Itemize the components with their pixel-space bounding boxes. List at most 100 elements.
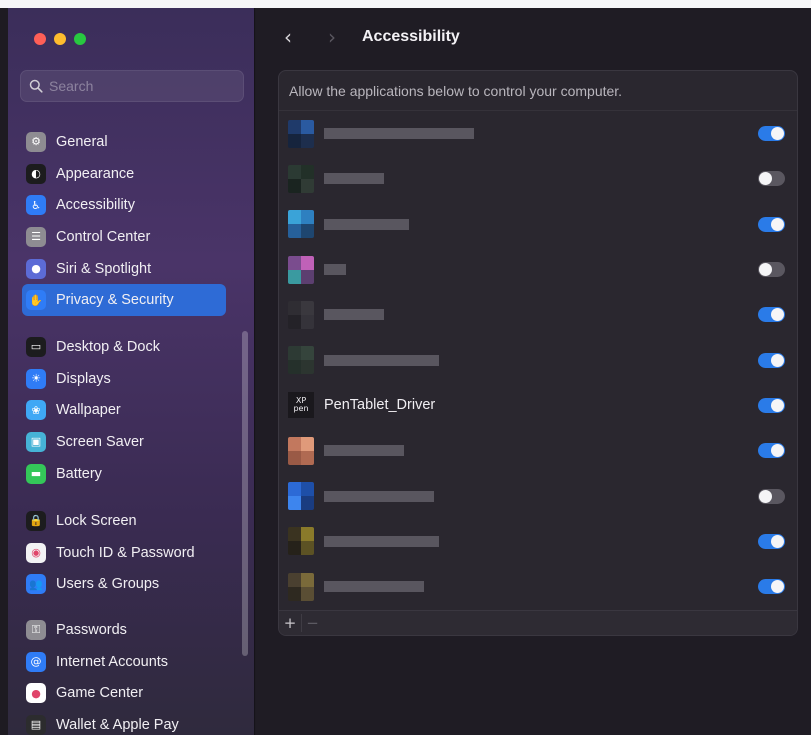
app-icon-pixel (301, 496, 314, 511)
forward-button[interactable]: › (320, 25, 344, 49)
app-row (279, 564, 797, 609)
sidebar-item-label: Accessibility (56, 197, 135, 214)
app-icon-pixel (288, 436, 301, 451)
sidebar-item-screen-saver[interactable]: ▣ Screen Saver (22, 426, 226, 458)
app-row (279, 428, 797, 473)
sidebar-group: ⚙ General ◐ Appearance ♿ Accessibility ☰ Contro… (22, 126, 226, 317)
sidebar-item-general[interactable]: ⚙ General (22, 126, 226, 158)
lock-icon: 🔒 (26, 510, 46, 531)
wallet-icon: ▤ (26, 714, 46, 735)
app-access-toggle[interactable] (758, 533, 785, 549)
sidebar-item-touch-id-password[interactable]: ◉ Touch ID & Password (22, 537, 226, 569)
app-name-redacted (324, 128, 474, 140)
app-name-redacted (324, 581, 424, 593)
app-icon (288, 346, 314, 375)
screen-saver-icon: ▣ (26, 431, 46, 452)
app-icon-pixel (288, 527, 301, 542)
remove-app-button[interactable]: − (301, 614, 323, 632)
app-icon-pixel (301, 300, 314, 315)
sidebar-item-battery[interactable]: ▬ Battery (22, 458, 226, 490)
minimize-window-button[interactable] (54, 33, 66, 45)
game-center-icon: ● (26, 683, 46, 704)
dock-icon: ▭ (26, 336, 46, 357)
sidebar-item-desktop-dock[interactable]: ▭ Desktop & Dock (22, 331, 226, 363)
sidebar-item-privacy-security[interactable]: ✋ Privacy & Security (22, 284, 226, 317)
add-app-button[interactable]: + (279, 614, 301, 632)
app-icon-pixel (288, 164, 301, 179)
close-window-button[interactable] (34, 33, 46, 45)
fingerprint-icon: ◉ (26, 542, 46, 563)
app-icon-pixel (288, 255, 301, 270)
sidebar-item-lock-screen[interactable]: 🔒 Lock Screen (22, 505, 226, 537)
panel-description: Allow the applications below to control … (279, 71, 797, 111)
search-input[interactable] (49, 78, 239, 94)
app-icon (288, 527, 314, 556)
sidebar-item-game-center[interactable]: ● Game Center (22, 677, 226, 709)
app-icon-pixel (288, 346, 301, 361)
search-field[interactable] (20, 70, 244, 102)
app-icon (288, 300, 314, 329)
sidebar-item-passwords[interactable]: ⚿ Passwords (22, 614, 226, 646)
app-icon-pixel (288, 210, 301, 225)
app-name-redacted (324, 173, 384, 185)
app-icon-pixel (288, 224, 301, 239)
sidebar-item-wallet-apple-pay[interactable]: ▤ Wallet & Apple Pay (22, 709, 226, 735)
app-icon (288, 436, 314, 465)
sidebar-item-label: Control Center (56, 228, 151, 245)
sidebar-item-siri-spotlight[interactable]: ● Siri & Spotlight (22, 253, 226, 285)
app-icon-pixel (301, 586, 314, 601)
app-row (279, 473, 797, 518)
sidebar-item-accessibility[interactable]: ♿ Accessibility (22, 189, 226, 221)
zoom-window-button[interactable] (74, 33, 86, 45)
sidebar-item-label: Privacy & Security (56, 292, 174, 309)
users-icon: 👥 (26, 574, 46, 595)
sidebar: ⚙ General ◐ Appearance ♿ Accessibility ☰ Contro… (8, 8, 255, 735)
hand-icon: ✋ (26, 290, 46, 311)
app-name-redacted (324, 354, 439, 366)
app-icon-pixel (301, 541, 314, 556)
app-access-toggle[interactable] (758, 397, 785, 413)
app-icon-pixel (288, 178, 301, 193)
app-row (279, 111, 797, 156)
app-name-redacted (324, 490, 434, 502)
app-access-toggle[interactable] (758, 171, 785, 187)
app-name: PenTablet_Driver (324, 397, 436, 414)
app-icon-pixel (288, 586, 301, 601)
app-access-toggle[interactable] (758, 307, 785, 323)
app-access-toggle[interactable] (758, 216, 785, 232)
app-icon-text: XP pen (293, 396, 309, 414)
sidebar-scrollbar[interactable] (242, 331, 248, 656)
accessibility-icon: ♿ (26, 195, 46, 216)
app-icon-pixel (301, 527, 314, 542)
sidebar-item-internet-accounts[interactable]: @ Internet Accounts (22, 646, 226, 678)
flower-icon: ❀ (26, 400, 46, 421)
app-icon (288, 255, 314, 284)
sidebar-item-wallpaper[interactable]: ❀ Wallpaper (22, 394, 226, 426)
at-icon: @ (26, 651, 46, 672)
back-button[interactable]: ‹ (276, 25, 300, 49)
app-access-toggle[interactable] (758, 443, 785, 459)
app-icon (288, 210, 314, 239)
app-icon (288, 482, 314, 511)
app-access-toggle[interactable] (758, 126, 785, 142)
sidebar-group: ▭ Desktop & Dock ☀ Displays ❀ Wallpaper ▣ Scree… (22, 331, 226, 489)
sidebar-item-label: Screen Saver (56, 433, 144, 450)
sidebar-item-displays[interactable]: ☀ Displays (22, 363, 226, 395)
app-access-toggle[interactable] (758, 488, 785, 504)
key-icon: ⚿ (26, 619, 46, 640)
sidebar-item-label: General (56, 133, 108, 150)
app-row (279, 337, 797, 382)
sidebar-item-appearance[interactable]: ◐ Appearance (22, 158, 226, 190)
sidebar-item-control-center[interactable]: ☰ Control Center (22, 221, 226, 253)
sidebar-item-label: Wallet & Apple Pay (56, 716, 179, 733)
sidebar-item-label: Wallpaper (56, 402, 121, 419)
app-row: XP pen PenTablet_Driver (279, 383, 797, 428)
app-access-toggle[interactable] (758, 352, 785, 368)
app-icon-pixel (288, 482, 301, 497)
sidebar-group: ⚿ Passwords @ Internet Accounts ● Game Center… (22, 614, 226, 735)
sidebar-item-users-groups[interactable]: 👥 Users & Groups (22, 568, 226, 600)
app-access-toggle[interactable] (758, 579, 785, 595)
appearance-icon: ◐ (26, 163, 46, 184)
app-icon-pixel (301, 482, 314, 497)
app-access-toggle[interactable] (758, 262, 785, 278)
